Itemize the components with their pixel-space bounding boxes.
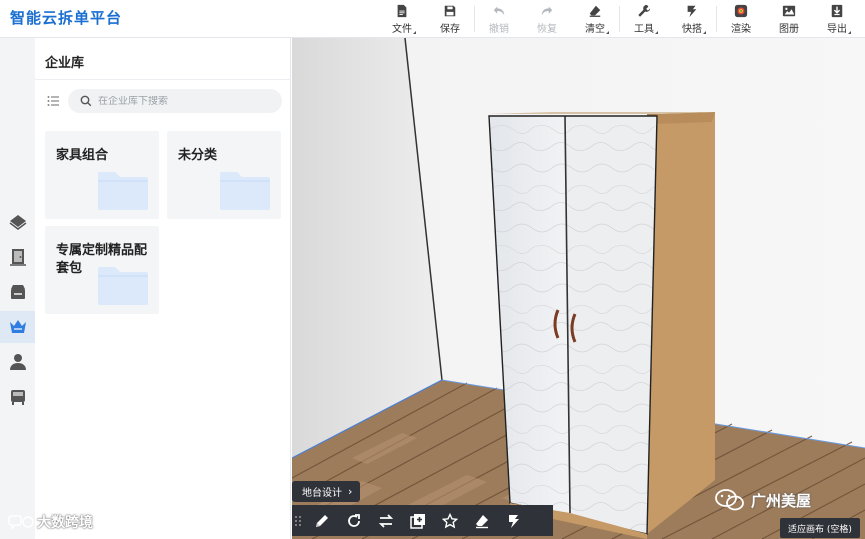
- delete-tool-button[interactable]: [466, 505, 498, 536]
- watermark-left: 大数跨境: [8, 512, 93, 532]
- render-icon: [734, 4, 748, 18]
- furniture-icon: [10, 390, 25, 405]
- top-bar: 智能云拆单平台 文件 保存 撤销 恢复 清空 工具 快搭 渲染 图册 导出: [0, 0, 865, 38]
- user-icon: [9, 354, 26, 370]
- mirror-icon: [378, 513, 394, 528]
- floor-plan-icon: [9, 215, 26, 230]
- render-button[interactable]: 渲染: [724, 2, 758, 36]
- folder-icon: [220, 172, 270, 210]
- folder-card[interactable]: 专属定制精品配套包: [45, 226, 159, 314]
- quick-build-label: 快搭: [682, 24, 702, 35]
- toolbar-divider: [474, 6, 475, 32]
- album-button[interactable]: 图册: [772, 2, 806, 36]
- rail-furniture[interactable]: [0, 381, 35, 413]
- watermark-left-text: 大数跨境: [37, 515, 93, 531]
- dropdown-corner-icon: [703, 31, 706, 34]
- folder-name: 未分类: [178, 148, 218, 163]
- watermark-right: 广州美屋: [715, 489, 811, 511]
- list-view-icon[interactable]: [47, 95, 59, 107]
- export-icon: [831, 4, 843, 18]
- platform-design-label: 地台设计: [302, 488, 342, 499]
- save-button[interactable]: 保存: [433, 2, 467, 36]
- chat-bubble-logo-icon: [8, 515, 34, 530]
- cabinet-icon: [10, 285, 25, 299]
- rail-cabinet[interactable]: [0, 276, 35, 308]
- 3d-viewport[interactable]: [292, 38, 865, 539]
- folder-card[interactable]: 家具组合: [45, 131, 159, 219]
- dropdown-corner-icon: [848, 31, 851, 34]
- lightning-icon: [509, 514, 519, 528]
- rotate-icon: [348, 513, 360, 527]
- tools-label: 工具: [634, 24, 654, 35]
- watermark-right-text: 广州美屋: [751, 491, 812, 510]
- folder-name: 家具组合: [56, 148, 109, 163]
- redo-label: 恢复: [537, 24, 557, 35]
- file-button[interactable]: 文件: [385, 2, 419, 36]
- mirror-tool-button[interactable]: [370, 505, 402, 536]
- rotate-tool-button[interactable]: [338, 505, 370, 536]
- rail-enterprise-library[interactable]: [0, 311, 35, 343]
- export-label: 导出: [827, 24, 847, 35]
- album-icon: [782, 5, 796, 17]
- rail-door[interactable]: [0, 241, 35, 273]
- export-button[interactable]: 导出: [820, 2, 854, 36]
- main-toolbar: 文件 保存 撤销 恢复 清空 工具 快搭 渲染 图册 导出: [378, 2, 861, 36]
- file-label: 文件: [392, 24, 412, 35]
- undo-button[interactable]: 撤销: [482, 2, 516, 36]
- rail-user[interactable]: [0, 346, 35, 378]
- eraser-icon: [476, 514, 488, 528]
- panel-title: 企业库: [45, 56, 85, 71]
- save-icon: [444, 5, 456, 17]
- edit-tool-button[interactable]: [306, 505, 338, 536]
- wechat-icon: [715, 489, 744, 511]
- undo-label: 撤销: [489, 24, 509, 35]
- lightning-icon: [687, 5, 697, 18]
- folder-icon: [98, 267, 148, 305]
- dropdown-corner-icon: [413, 31, 416, 34]
- folder-icon: [98, 172, 148, 210]
- star-icon: [442, 512, 458, 528]
- copy-tool-button[interactable]: [402, 505, 434, 536]
- eraser-icon: [589, 5, 601, 17]
- crown-library-icon: [9, 320, 26, 333]
- toolbar-divider: [619, 6, 620, 32]
- folder-card[interactable]: 未分类: [167, 131, 281, 219]
- dropdown-corner-icon: [655, 31, 658, 34]
- toolbar-divider: [716, 6, 717, 32]
- panel-divider: [35, 79, 291, 80]
- fit-canvas-button[interactable]: 适应画布 (空格): [780, 518, 860, 538]
- clear-button[interactable]: 清空: [578, 2, 612, 36]
- tools-button[interactable]: 工具: [627, 2, 661, 36]
- undo-icon: [493, 6, 505, 16]
- bottom-toolbar: [292, 505, 553, 536]
- dropdown-corner-icon: [606, 31, 609, 34]
- render-label: 渲染: [731, 24, 751, 35]
- rail-floor-plan[interactable]: [0, 206, 35, 238]
- favorite-tool-button[interactable]: [434, 505, 466, 536]
- app-title: 智能云拆单平台: [10, 9, 123, 27]
- door-icon: [9, 249, 26, 266]
- add-copy-icon: [410, 513, 425, 529]
- album-label: 图册: [779, 24, 799, 35]
- left-icon-rail: [0, 38, 35, 539]
- save-label: 保存: [440, 24, 460, 35]
- redo-icon: [541, 6, 553, 16]
- library-search-input[interactable]: [98, 95, 268, 107]
- file-icon: [397, 4, 407, 18]
- drag-handle-icon[interactable]: [294, 514, 302, 528]
- app-root: 智能云拆单平台 文件 保存 撤销 恢复 清空 工具 快搭 渲染 图册 导出 企业…: [0, 0, 865, 539]
- quick-action-tool-button[interactable]: [498, 505, 530, 536]
- search-icon: [80, 95, 92, 107]
- wrench-icon: [638, 4, 651, 17]
- quick-build-button[interactable]: 快搭: [675, 2, 709, 36]
- library-search: [68, 89, 282, 113]
- chevron-right-icon: ›: [348, 485, 353, 498]
- redo-button[interactable]: 恢复: [530, 2, 564, 36]
- pencil-icon: [316, 514, 328, 527]
- scene-render: [292, 38, 865, 539]
- platform-design-tag[interactable]: 地台设计 ›: [292, 481, 361, 502]
- enterprise-library-panel: 企业库 家具组合 未分类 专属定制精品配套包: [35, 38, 291, 539]
- clear-label: 清空: [585, 24, 605, 35]
